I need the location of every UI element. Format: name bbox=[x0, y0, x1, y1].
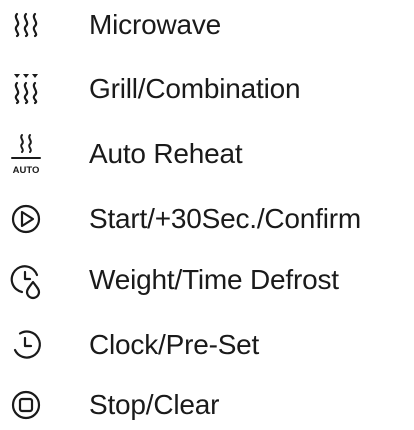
control-legend: Microwave Grill/Combination AUTO Auto Re… bbox=[0, 0, 414, 430]
legend-row-clock: Clock/Pre-Set bbox=[0, 320, 414, 370]
legend-label: Start/+30Sec./Confirm bbox=[89, 203, 362, 234]
legend-label: Auto Reheat bbox=[89, 138, 243, 169]
legend-row-defrost: Weight/Time Defrost bbox=[0, 255, 414, 305]
auto-icon-text: AUTO bbox=[13, 165, 40, 176]
legend-row-auto-reheat: AUTO Auto Reheat bbox=[0, 129, 414, 179]
legend-row-stop: Stop/Clear bbox=[0, 380, 414, 430]
legend-label: Clock/Pre-Set bbox=[89, 329, 260, 360]
auto-reheat-icon: AUTO bbox=[6, 129, 48, 179]
legend-label: Weight/Time Defrost bbox=[89, 264, 339, 295]
legend-label: Microwave bbox=[89, 9, 222, 40]
legend-row-grill-combination: Grill/Combination bbox=[0, 64, 414, 114]
defrost-clock-drop-icon bbox=[6, 255, 48, 305]
play-circle-icon bbox=[6, 194, 48, 244]
legend-row-start: Start/+30Sec./Confirm bbox=[0, 194, 414, 244]
microwave-waves-icon bbox=[6, 0, 48, 50]
grill-combination-icon bbox=[6, 64, 48, 114]
clock-icon bbox=[6, 320, 48, 370]
legend-label: Grill/Combination bbox=[89, 73, 301, 104]
stop-square-circle-icon bbox=[6, 380, 48, 430]
legend-label: Stop/Clear bbox=[89, 389, 220, 420]
legend-row-microwave: Microwave bbox=[0, 0, 414, 50]
